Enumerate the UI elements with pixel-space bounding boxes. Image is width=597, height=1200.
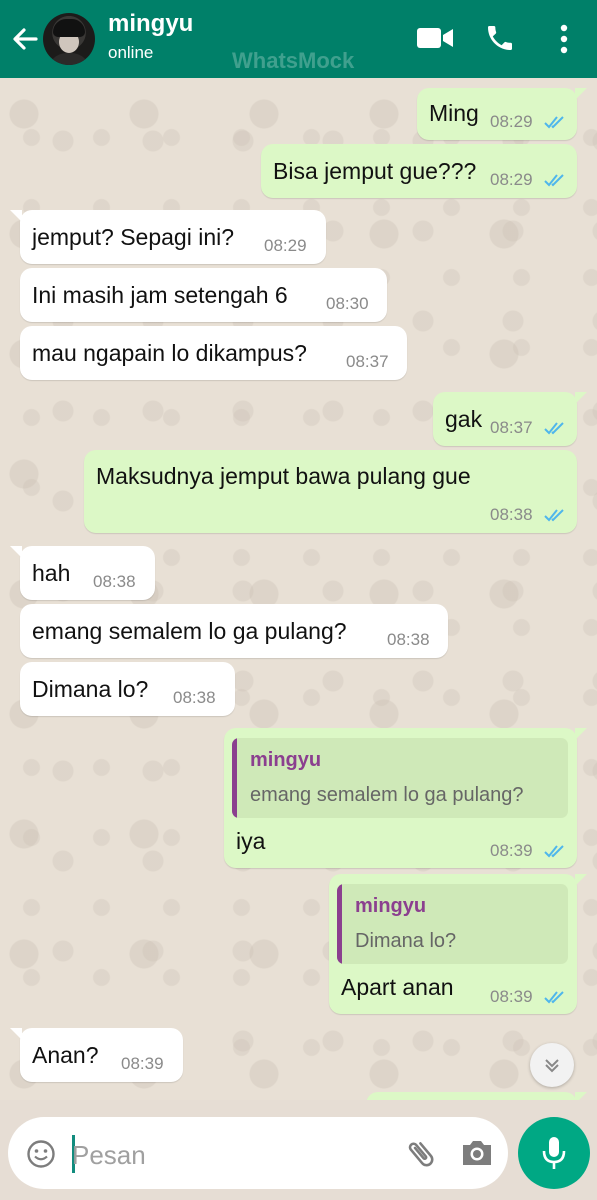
message-text: jemput? Sepagi ini? bbox=[32, 224, 235, 250]
contact-name[interactable]: mingyu bbox=[108, 10, 193, 38]
message-text: Bisa jemput gue??? bbox=[273, 158, 477, 184]
message-outgoing[interactable]: Ming 08:29 bbox=[417, 88, 587, 140]
message-text: emang semalem lo ga pulang? bbox=[32, 618, 347, 644]
read-ticks-icon bbox=[544, 845, 564, 858]
video-call-icon[interactable] bbox=[416, 24, 454, 52]
message-time: 08:29 bbox=[490, 112, 533, 131]
message-incoming[interactable]: Dimana lo? 08:38 bbox=[20, 662, 235, 716]
message-time: 08:38 bbox=[173, 688, 216, 707]
message-time: 08:30 bbox=[326, 294, 369, 313]
message-time: 08:37 bbox=[490, 418, 533, 437]
camera-icon[interactable] bbox=[460, 1137, 494, 1169]
more-vert-icon[interactable] bbox=[556, 22, 572, 56]
message-outgoing-reply[interactable]: mingyu emang semalem lo ga pulang? iya 0… bbox=[224, 728, 587, 868]
message-text: iya bbox=[236, 828, 266, 854]
message-time: 08:29 bbox=[490, 170, 533, 189]
quoted-text: emang semalem lo ga pulang? bbox=[250, 784, 524, 806]
watermark: WhatsMock bbox=[232, 48, 355, 73]
message-text: Ming bbox=[429, 100, 479, 126]
message-text: Dimana lo? bbox=[32, 676, 149, 702]
chat-header: mingyu online WhatsMock bbox=[0, 0, 597, 78]
message-outgoing[interactable]: Bisa jemput gue??? 08:29 bbox=[261, 144, 577, 198]
contact-status: online bbox=[108, 43, 154, 62]
message-text: hah bbox=[32, 560, 71, 586]
message-composer[interactable]: Pesan bbox=[8, 1117, 508, 1189]
message-incoming[interactable]: jemput? Sepagi ini? 08:29 bbox=[10, 210, 326, 264]
read-ticks-icon bbox=[544, 116, 564, 129]
message-text: Ini masih jam setengah 6 bbox=[32, 282, 288, 308]
message-text: Maksudnya jemput bawa pulang gue bbox=[96, 463, 471, 489]
scroll-down-button[interactable] bbox=[530, 1043, 574, 1087]
chat-area[interactable]: Ming 08:29 Bisa jemput gue??? 08:29 jemp… bbox=[0, 78, 597, 1100]
quoted-sender: mingyu bbox=[250, 749, 322, 771]
read-ticks-icon bbox=[544, 174, 564, 187]
message-incoming[interactable]: hah 08:38 bbox=[10, 546, 155, 600]
attach-icon[interactable] bbox=[404, 1137, 438, 1171]
message-incoming[interactable]: emang semalem lo ga pulang? 08:38 bbox=[20, 604, 448, 658]
scroll-down-icon bbox=[545, 1059, 559, 1073]
message-time: 08:39 bbox=[121, 1054, 164, 1073]
message-incoming[interactable]: mau ngapain lo dikampus? 08:37 bbox=[20, 326, 407, 380]
back-arrow-icon[interactable] bbox=[10, 22, 40, 56]
emoji-icon[interactable] bbox=[26, 1139, 56, 1169]
message-outgoing-partial[interactable] bbox=[366, 1092, 587, 1100]
quoted-sender: mingyu bbox=[355, 895, 427, 917]
message-input[interactable]: Pesan bbox=[72, 1140, 146, 1171]
read-ticks-icon bbox=[544, 422, 564, 435]
message-incoming[interactable]: Anan? 08:39 bbox=[10, 1028, 183, 1082]
message-time: 08:38 bbox=[93, 572, 136, 591]
message-time: 08:29 bbox=[264, 236, 307, 255]
mic-icon bbox=[542, 1137, 566, 1169]
message-time: 08:38 bbox=[387, 630, 430, 649]
message-outgoing-reply[interactable]: mingyu Dimana lo? Apart anan 08:39 bbox=[329, 874, 587, 1014]
mic-button[interactable] bbox=[518, 1117, 590, 1189]
message-text: mau ngapain lo dikampus? bbox=[32, 340, 307, 366]
message-time: 08:38 bbox=[490, 505, 533, 524]
read-ticks-icon bbox=[544, 991, 564, 1004]
message-text: gak bbox=[445, 406, 483, 432]
phone-icon[interactable] bbox=[484, 22, 516, 54]
message-time: 08:39 bbox=[490, 841, 533, 860]
quoted-message[interactable]: mingyu emang semalem lo ga pulang? bbox=[232, 738, 568, 818]
message-outgoing[interactable]: gak 08:37 bbox=[433, 392, 587, 446]
avatar[interactable] bbox=[43, 13, 95, 65]
message-outgoing[interactable]: Maksudnya jemput bawa pulang gue 08:38 bbox=[84, 450, 577, 533]
message-time: 08:37 bbox=[346, 352, 389, 371]
message-time: 08:39 bbox=[490, 987, 533, 1006]
quoted-text: Dimana lo? bbox=[355, 930, 457, 952]
message-text: Anan? bbox=[32, 1042, 99, 1068]
message-text: Apart anan bbox=[341, 974, 454, 1000]
quoted-message[interactable]: mingyu Dimana lo? bbox=[337, 884, 568, 964]
message-incoming[interactable]: Ini masih jam setengah 6 08:30 bbox=[20, 268, 387, 322]
read-ticks-icon bbox=[544, 509, 564, 522]
